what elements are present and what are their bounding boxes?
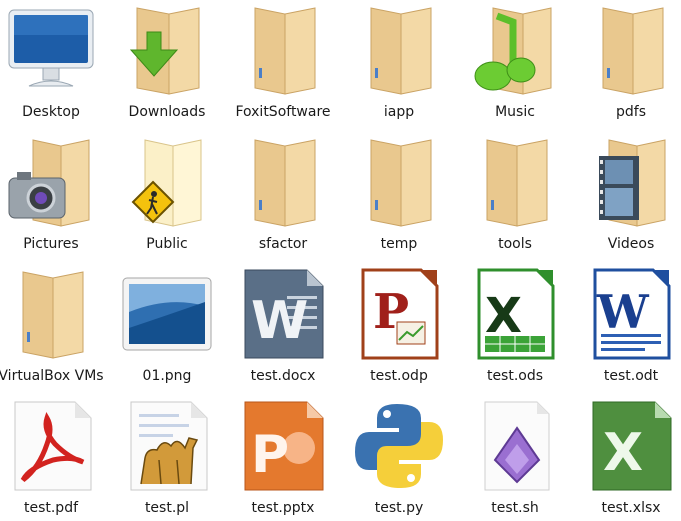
python-file-icon <box>351 398 447 494</box>
file-item-pictures[interactable]: Pictures <box>0 132 109 264</box>
file-item-test-odp[interactable]: P test.odp <box>341 264 457 396</box>
file-item-public[interactable]: Public <box>109 132 225 264</box>
shell-script-icon <box>467 398 563 494</box>
file-item-iapp[interactable]: iapp <box>341 0 457 132</box>
file-item-downloads[interactable]: Downloads <box>109 0 225 132</box>
file-item-test-sh[interactable]: test.sh <box>457 396 573 521</box>
file-item-test-docx[interactable]: W test.docx <box>225 264 341 396</box>
svg-text:W: W <box>596 285 650 339</box>
file-label: test.pl <box>144 500 190 516</box>
pictures-folder-icon <box>3 134 99 230</box>
perl-script-icon <box>119 398 215 494</box>
file-item-test-pl[interactable]: test.pl <box>109 396 225 521</box>
file-label: test.odt <box>603 368 659 384</box>
file-item-test-xlsx[interactable]: X test.xlsx <box>573 396 681 521</box>
file-icon-grid: Desktop Downloads FoxitSoftware iapp Mus… <box>0 0 674 521</box>
text-odt-icon: W <box>583 266 679 362</box>
file-label: Desktop <box>22 104 80 120</box>
word-docx-icon: W <box>235 266 331 362</box>
file-label: Downloads <box>128 104 206 120</box>
desktop-icon <box>3 2 99 98</box>
file-item-music[interactable]: Music <box>457 0 573 132</box>
file-item-foxitsoftware[interactable]: FoxitSoftware <box>225 0 341 132</box>
file-item-01-png[interactable]: 01.png <box>109 264 225 396</box>
file-label: sfactor <box>258 236 308 252</box>
folder-icon <box>3 266 99 362</box>
file-item-test-pdf[interactable]: test.pdf <box>0 396 109 521</box>
file-item-sfactor[interactable]: sfactor <box>225 132 341 264</box>
file-label: Pictures <box>23 236 79 252</box>
svg-text:W: W <box>251 291 308 351</box>
file-label: test.xlsx <box>601 500 661 516</box>
folder-icon <box>235 2 331 98</box>
file-item-temp[interactable]: temp <box>341 132 457 264</box>
svg-text:P: P <box>251 425 289 485</box>
file-label: temp <box>380 236 418 252</box>
pdf-file-icon <box>3 398 99 494</box>
file-item-tools[interactable]: tools <box>457 132 573 264</box>
image-file-icon <box>119 266 215 362</box>
file-item-test-pptx[interactable]: P test.pptx <box>225 396 341 521</box>
file-label: VirtualBox VMs <box>0 368 104 384</box>
powerpoint-pptx-icon: P <box>235 398 331 494</box>
file-label: 01.png <box>142 368 192 384</box>
file-label: Public <box>146 236 188 252</box>
downloads-folder-icon <box>119 2 215 98</box>
file-label: tools <box>498 236 532 252</box>
file-item-test-odt[interactable]: W test.odt <box>573 264 681 396</box>
public-folder-icon <box>119 134 215 230</box>
svg-text:X: X <box>603 423 643 483</box>
file-label: pdfs <box>616 104 646 120</box>
svg-text:X: X <box>485 288 522 344</box>
file-label: test.py <box>374 500 424 516</box>
file-label: test.pdf <box>23 500 79 516</box>
file-label: test.sh <box>491 500 539 516</box>
spreadsheet-ods-icon: X <box>467 266 563 362</box>
file-item-videos[interactable]: Videos <box>573 132 681 264</box>
folder-icon <box>351 134 447 230</box>
file-item-test-py[interactable]: test.py <box>341 396 457 521</box>
file-label: iapp <box>383 104 415 120</box>
videos-folder-icon <box>583 134 679 230</box>
file-label: test.ods <box>486 368 544 384</box>
file-label: test.odp <box>370 368 428 384</box>
file-label: Music <box>495 104 535 120</box>
folder-icon <box>467 134 563 230</box>
file-label: Videos <box>607 236 655 252</box>
file-label: test.pptx <box>251 500 315 516</box>
file-item-pdfs[interactable]: pdfs <box>573 0 681 132</box>
folder-icon <box>235 134 331 230</box>
folder-icon <box>351 2 447 98</box>
excel-xlsx-icon: X <box>583 398 679 494</box>
file-label: FoxitSoftware <box>235 104 331 120</box>
file-item-virtualbox-vms[interactable]: VirtualBox VMs <box>0 264 109 396</box>
file-item-test-ods[interactable]: X test.ods <box>457 264 573 396</box>
music-folder-icon <box>467 2 563 98</box>
file-label: test.docx <box>250 368 316 384</box>
folder-icon <box>583 2 679 98</box>
file-item-desktop[interactable]: Desktop <box>0 0 109 132</box>
presentation-odp-icon: P <box>351 266 447 362</box>
